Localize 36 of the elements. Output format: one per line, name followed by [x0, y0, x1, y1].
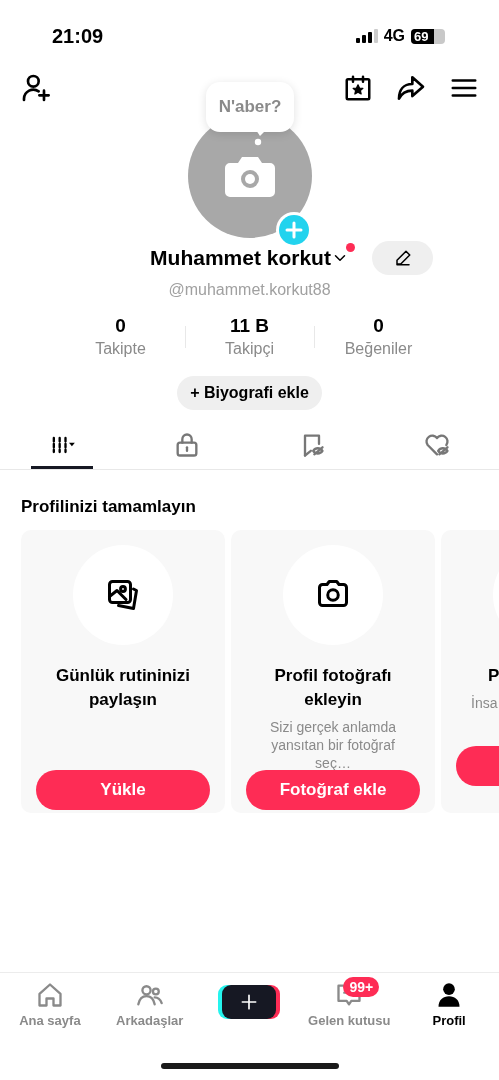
- stat-value: 0: [373, 314, 384, 338]
- card-title: P: [487, 664, 499, 687]
- battery-level: 69: [413, 29, 429, 43]
- add-bio-button[interactable]: + Biyografi ekle: [177, 376, 322, 410]
- status-time: 21:09: [52, 24, 104, 49]
- stat[interactable]: 0 Takipte: [56, 314, 185, 360]
- stat-label: Takipte: [95, 339, 146, 359]
- heart-hidden-icon: [422, 431, 451, 459]
- nav-tab[interactable]: Arkadaşlar: [116, 981, 184, 1031]
- bubble-tail-icon: [252, 130, 266, 148]
- pencil-icon: [393, 249, 412, 267]
- stat-label: Beğeniler: [344, 339, 413, 359]
- nav-tab[interactable]: Ana sayfa: [19, 981, 81, 1031]
- stat[interactable]: 11 B Takipçi: [185, 314, 314, 360]
- stat-value: 11 B: [229, 314, 270, 338]
- stat[interactable]: 0 Beğeniler: [314, 314, 443, 360]
- add-friend-icon[interactable]: [20, 72, 52, 104]
- notification-badge: 99+: [343, 977, 380, 997]
- signal-icon: [355, 29, 378, 43]
- profile-name: Muhammet korkut: [150, 245, 331, 272]
- nav-tab[interactable]: Profil: [432, 981, 466, 1031]
- stat-label: Takipçi: [225, 339, 274, 359]
- card-title: Profil fotoğrafı ekleyin: [273, 664, 393, 711]
- network-label: 4G: [383, 26, 405, 46]
- stat-value: 0: [115, 314, 126, 338]
- section-title: Profilinizi tamamlayın: [20, 496, 197, 518]
- card-button[interactable]: Fotoğraf ekle: [246, 769, 420, 810]
- card-title: Günlük rutininizi paylaşın: [54, 664, 192, 711]
- profile-handle: @muhammet.korkut88: [167, 280, 332, 300]
- camera-icon: [224, 155, 275, 197]
- card-description: Sizi gerçek anlamda yansıtan bir fotoğraf seç…: [268, 717, 398, 772]
- card-button[interactable]: Yükle: [36, 769, 210, 810]
- speech-bubble-tooltip[interactable]: N'aber?: [206, 82, 294, 132]
- calendar-star-icon[interactable]: [343, 73, 373, 103]
- edit-button[interactable]: [372, 241, 433, 275]
- card-description: İnsa: [470, 693, 498, 712]
